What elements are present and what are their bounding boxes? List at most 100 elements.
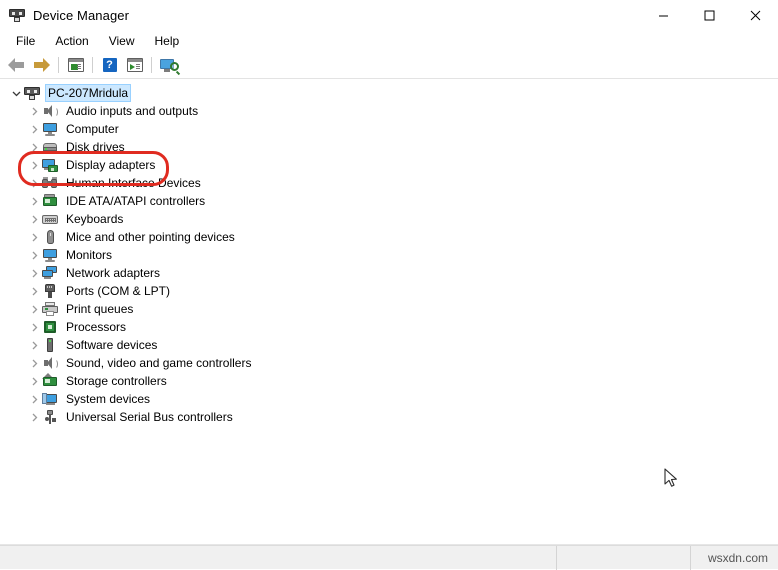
tree-row-network-adapters[interactable]: Network adapters: [0, 264, 778, 282]
chevron-right-icon[interactable]: [26, 408, 42, 426]
status-pane-main: [0, 545, 557, 570]
forward-button[interactable]: [29, 54, 54, 76]
usb-icon: [42, 409, 58, 425]
tree-item-label: Computer: [66, 122, 119, 136]
processor-icon: [42, 319, 58, 335]
update-driver-button[interactable]: [122, 54, 147, 76]
tree-row-root[interactable]: PC-207Mridula: [0, 84, 778, 102]
toolbar-separator: [151, 57, 152, 73]
chevron-right-icon[interactable]: [26, 282, 42, 300]
device-manager-icon: [9, 7, 25, 23]
toolbar-separator: [58, 57, 59, 73]
watermark-text: wsxdn.com: [707, 550, 768, 565]
menu-bar: File Action View Help: [0, 30, 778, 52]
status-pane-watermark: wsxdn.com: [691, 546, 778, 570]
chevron-right-icon[interactable]: [26, 120, 42, 138]
menu-item-action[interactable]: Action: [45, 31, 98, 52]
tree-item-label: IDE ATA/ATAPI controllers: [66, 194, 206, 208]
update-driver-window-icon: [126, 58, 143, 72]
tree-row-storage-controllers[interactable]: Storage controllers: [0, 372, 778, 390]
chevron-down-icon[interactable]: [8, 84, 24, 102]
tree-item-label: Ports (COM & LPT): [66, 284, 171, 298]
tree-row-system-devices[interactable]: System devices: [0, 390, 778, 408]
title-bar: Device Manager: [0, 0, 778, 30]
help-question-icon: ?: [102, 58, 117, 72]
chevron-right-icon[interactable]: [26, 210, 42, 228]
tree-row-computer[interactable]: Computer: [0, 120, 778, 138]
menu-item-view[interactable]: View: [99, 31, 145, 52]
ide-controller-icon: [42, 193, 58, 209]
maximize-button[interactable]: [686, 0, 732, 30]
mouse-icon: [42, 229, 58, 245]
tree-item-label: Storage controllers: [66, 374, 167, 388]
help-button[interactable]: ?: [97, 54, 122, 76]
status-bar: wsxdn.com: [0, 545, 778, 570]
tree-root-label: PC-207Mridula: [45, 84, 132, 102]
tree-item-label: Network adapters: [66, 266, 161, 280]
tree-row-processors[interactable]: Processors: [0, 318, 778, 336]
tree-item-label: Universal Serial Bus controllers: [66, 410, 233, 424]
speaker-icon: [42, 103, 58, 119]
tree-row-sound-video-and-game-controllers[interactable]: Sound, video and game controllers: [0, 354, 778, 372]
chevron-right-icon[interactable]: [26, 336, 42, 354]
speaker-icon: [42, 355, 58, 371]
monitor-icon: [42, 247, 58, 263]
tree-row-monitors[interactable]: Monitors: [0, 246, 778, 264]
menu-item-file[interactable]: File: [6, 31, 45, 52]
printer-icon: [42, 301, 58, 317]
forward-arrow-icon: [33, 58, 50, 72]
chevron-right-icon[interactable]: [26, 246, 42, 264]
tree-row-print-queues[interactable]: Print queues: [0, 300, 778, 318]
chevron-right-icon[interactable]: [26, 354, 42, 372]
scan-hardware-button[interactable]: [156, 54, 181, 76]
tree-row-universal-serial-bus-controllers[interactable]: Universal Serial Bus controllers: [0, 408, 778, 426]
maximize-icon: [704, 10, 714, 20]
menu-item-help[interactable]: Help: [145, 31, 190, 52]
chevron-right-icon[interactable]: [26, 390, 42, 408]
tree-row-software-devices[interactable]: Software devices: [0, 336, 778, 354]
tree-row-audio-inputs-and-outputs[interactable]: Audio inputs and outputs: [0, 102, 778, 120]
keyboard-icon: [42, 211, 58, 227]
chevron-right-icon[interactable]: [26, 264, 42, 282]
system-device-icon: [42, 391, 58, 407]
network-adapter-icon: [42, 265, 58, 281]
chevron-right-icon[interactable]: [26, 372, 42, 390]
tree-row-display-adapters[interactable]: Display adapters: [0, 156, 778, 174]
back-button[interactable]: [4, 54, 29, 76]
tree-item-label: Mice and other pointing devices: [66, 230, 235, 244]
software-device-icon: [42, 337, 58, 353]
computer-icon: [24, 85, 40, 101]
chevron-right-icon[interactable]: [26, 318, 42, 336]
tree-item-label: Human Interface Devices: [66, 176, 201, 190]
minimize-button[interactable]: [640, 0, 686, 30]
chevron-right-icon[interactable]: [26, 174, 42, 192]
device-tree: PC-207Mridula Audio inputs and outputs C…: [0, 79, 778, 426]
chevron-right-icon[interactable]: [26, 228, 42, 246]
chevron-right-icon[interactable]: [26, 156, 42, 174]
tree-row-human-interface-devices[interactable]: Human Interface Devices: [0, 174, 778, 192]
tree-row-ide-ata-atapi-controllers[interactable]: IDE ATA/ATAPI controllers: [0, 192, 778, 210]
port-icon: [42, 283, 58, 299]
tree-row-keyboards[interactable]: Keyboards: [0, 210, 778, 228]
chevron-right-icon[interactable]: [26, 300, 42, 318]
chevron-right-icon[interactable]: [26, 102, 42, 120]
disk-drive-icon: [42, 139, 58, 155]
tree-item-label: Processors: [66, 320, 127, 334]
tree-row-ports-com-and-lpt[interactable]: Ports (COM & LPT): [0, 282, 778, 300]
tree-item-label: Disk drives: [66, 140, 125, 154]
tree-item-label: Keyboards: [66, 212, 124, 226]
minimize-icon: [658, 15, 668, 16]
chevron-right-icon[interactable]: [26, 192, 42, 210]
display-adapter-icon: [42, 157, 58, 173]
close-icon: [750, 10, 760, 20]
tree-row-disk-drives[interactable]: Disk drives: [0, 138, 778, 156]
toolbar: ?: [0, 52, 778, 79]
tree-row-mice-and-other-pointing-devices[interactable]: Mice and other pointing devices: [0, 228, 778, 246]
tree-item-label: Monitors: [66, 248, 113, 262]
chevron-right-icon[interactable]: [26, 138, 42, 156]
close-button[interactable]: [732, 0, 778, 30]
tree-item-label: Software devices: [66, 338, 158, 352]
toolbar-separator: [92, 57, 93, 73]
tree-item-label: Print queues: [66, 302, 134, 316]
properties-button[interactable]: [63, 54, 88, 76]
